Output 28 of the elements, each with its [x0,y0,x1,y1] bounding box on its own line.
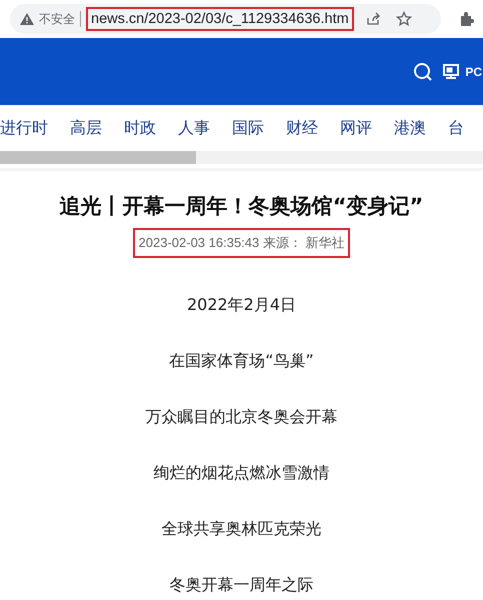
article-paragraph: 2022年2月4日 [186,294,296,316]
star-icon[interactable] [396,11,412,27]
nav-link[interactable]: 时政 [124,118,156,139]
security-label: 不安全 [39,10,75,28]
nav-link[interactable]: 台 [448,118,464,139]
nav-link[interactable]: 网评 [340,118,372,139]
nav-link[interactable]: 高层 [70,118,102,139]
address-bar[interactable]: 不安全 news.cn/2023-02/03/c_1129334636.htm [10,4,441,34]
article-meta: 2023-02-03 16:35:43 来源： 新华社 [132,228,350,258]
share-icon[interactable] [364,11,381,27]
pc-link[interactable]: PC [465,64,482,78]
nav-link[interactable]: 人事 [178,118,210,139]
warning-icon [20,13,34,25]
url-text[interactable]: news.cn/2023-02/03/c_1129334636.htm [86,7,354,31]
nav-link[interactable]: 国际 [232,118,264,139]
article-paragraph: 冬奥开幕一周年之际 [170,574,314,596]
article-paragraph: 在国家体育场“鸟巢” [169,350,314,372]
nav-link[interactable]: 财经 [286,118,318,139]
monitor-icon[interactable] [443,64,460,80]
search-icon[interactable] [413,62,434,82]
article-title: 追光丨开幕一周年！冬奥场馆“变身记” [60,193,424,220]
article-paragraph: 全球共享奥林匹克荣光 [162,518,322,540]
scrollbar-thumb[interactable] [0,151,196,164]
nav-link[interactable]: 进行时 [0,118,48,139]
nav-link[interactable]: 港澳 [394,118,426,139]
puzzle-icon[interactable] [459,11,475,27]
article-paragraph: 绚烂的烟花点燃冰雪激情 [154,462,330,484]
article-paragraph: 万众瞩目的北京冬奥会开幕 [146,406,338,428]
